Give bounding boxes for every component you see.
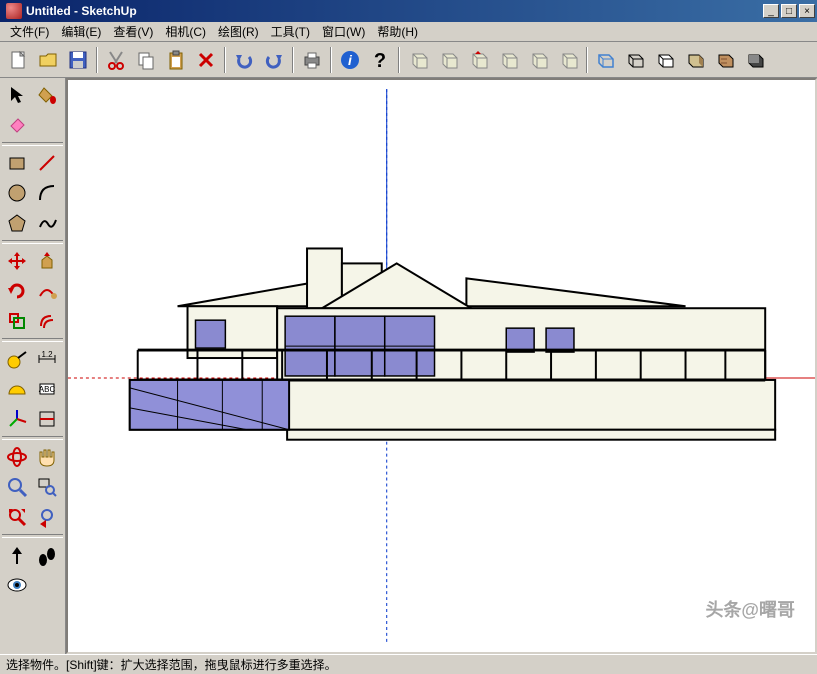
position-camera-icon[interactable] — [2, 540, 32, 570]
offset-icon[interactable] — [32, 306, 62, 336]
copy-icon[interactable] — [132, 46, 160, 74]
menu-item-5[interactable]: 工具(T) — [265, 21, 316, 42]
text-icon[interactable]: ABC — [32, 374, 62, 404]
delete-icon[interactable] — [192, 46, 220, 74]
front-view-icon[interactable] — [464, 46, 492, 74]
walk-icon[interactable] — [32, 540, 62, 570]
back-view-icon[interactable] — [524, 46, 552, 74]
paste-icon[interactable] — [162, 46, 190, 74]
xray-icon[interactable] — [592, 46, 620, 74]
orbit-icon[interactable] — [2, 442, 32, 472]
info-icon[interactable]: i — [336, 46, 364, 74]
rotate-icon[interactable] — [2, 276, 32, 306]
tape-measure-icon[interactable] — [2, 344, 32, 374]
menubar: 文件(F)编辑(E)查看(V)相机(C)绘图(R)工具(T)窗口(W)帮助(H) — [0, 22, 817, 42]
menu-item-0[interactable]: 文件(F) — [4, 21, 55, 42]
zoom-icon[interactable] — [2, 472, 32, 502]
protractor-icon[interactable] — [2, 374, 32, 404]
hidden-line-icon[interactable] — [652, 46, 680, 74]
select-icon[interactable] — [2, 80, 32, 110]
line-icon[interactable] — [32, 148, 62, 178]
menu-item-1[interactable]: 编辑(E) — [55, 21, 107, 42]
wireframe-icon[interactable] — [622, 46, 650, 74]
top-view-icon[interactable] — [434, 46, 462, 74]
statusbar: 选择物件。[Shift]键：扩大选择范围，拖曳鼠标进行多重选择。 — [0, 654, 817, 674]
left-view-icon[interactable] — [554, 46, 582, 74]
eraser-icon[interactable] — [2, 110, 32, 140]
polygon-icon[interactable] — [2, 208, 32, 238]
monochrome-icon[interactable] — [742, 46, 770, 74]
rectangle-icon[interactable] — [2, 148, 32, 178]
freehand-icon[interactable] — [32, 208, 62, 238]
print-icon[interactable] — [298, 46, 326, 74]
status-text: 选择物件。[Shift]键：扩大选择范围，拖曳鼠标进行多重选择。 — [6, 656, 337, 673]
cut-icon[interactable] — [102, 46, 130, 74]
paint-bucket-icon[interactable] — [32, 80, 62, 110]
move-icon[interactable] — [2, 246, 32, 276]
app-icon — [6, 3, 22, 19]
look-around-icon[interactable] — [2, 570, 32, 600]
maximize-button[interactable]: □ — [781, 4, 797, 18]
menu-item-2[interactable]: 查看(V) — [107, 21, 159, 42]
menu-item-3[interactable]: 相机(C) — [159, 21, 212, 42]
open-file-icon[interactable] — [34, 46, 62, 74]
circle-icon[interactable] — [2, 178, 32, 208]
scale-icon[interactable] — [2, 306, 32, 336]
follow-me-icon[interactable] — [32, 276, 62, 306]
section-icon[interactable] — [32, 404, 62, 434]
svg-text:?: ? — [374, 50, 386, 71]
model-drawing — [68, 80, 815, 652]
menu-item-6[interactable]: 窗口(W) — [316, 21, 371, 42]
titlebar: Untitled - SketchUp _ □ × — [0, 0, 817, 22]
undo-icon[interactable] — [230, 46, 258, 74]
minimize-button[interactable]: _ — [763, 4, 779, 18]
redo-icon[interactable] — [260, 46, 288, 74]
pan-icon[interactable] — [32, 442, 62, 472]
menu-item-7[interactable]: 帮助(H) — [371, 21, 424, 42]
arc-icon[interactable] — [32, 178, 62, 208]
svg-text:ABC: ABC — [39, 385, 56, 394]
dimension-icon[interactable]: 1.2 — [32, 344, 62, 374]
iso-view-icon[interactable] — [404, 46, 432, 74]
zoom-window-icon[interactable] — [32, 472, 62, 502]
right-view-icon[interactable] — [494, 46, 522, 74]
main-toolbar: i? — [0, 42, 817, 78]
close-button[interactable]: × — [799, 4, 815, 18]
shaded-textures-icon[interactable] — [712, 46, 740, 74]
shaded-icon[interactable] — [682, 46, 710, 74]
help-icon[interactable]: ? — [366, 46, 394, 74]
workarea: 1.2 ABC — [0, 78, 817, 654]
save-icon[interactable] — [64, 46, 92, 74]
previous-view-icon[interactable] — [32, 502, 62, 532]
window-title: Untitled - SketchUp — [26, 4, 761, 18]
viewport[interactable]: 头条@曙哥 — [66, 78, 817, 654]
svg-text:1.2: 1.2 — [41, 350, 53, 359]
menu-item-4[interactable]: 绘图(R) — [212, 21, 265, 42]
axes-icon[interactable] — [2, 404, 32, 434]
tool-palette: 1.2 ABC — [0, 78, 66, 654]
push-pull-icon[interactable] — [32, 246, 62, 276]
new-file-icon[interactable] — [4, 46, 32, 74]
zoom-extents-icon[interactable] — [2, 502, 32, 532]
